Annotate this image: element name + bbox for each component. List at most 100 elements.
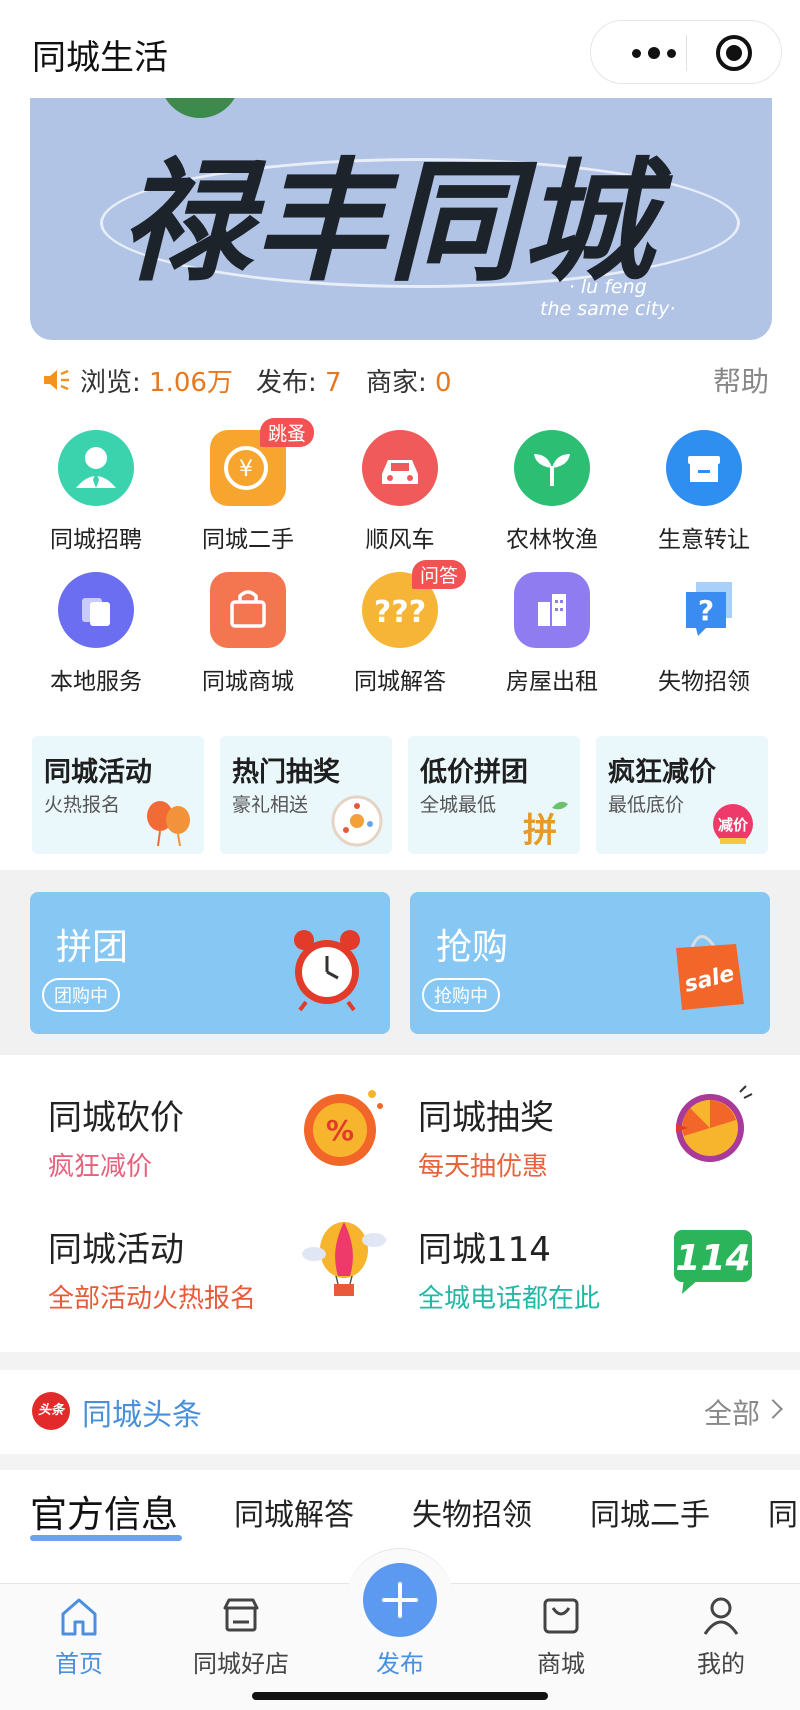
grid-item-mall[interactable]: 同城商城 <box>172 572 324 702</box>
nav-bar: 同城生活 <box>0 0 800 100</box>
close-target-icon[interactable] <box>716 35 752 71</box>
pin-icon: 拼 <box>523 801 568 848</box>
promo-title: 热门抽奖 <box>232 757 340 788</box>
grid-item-rideshare[interactable]: 顺风车 <box>324 430 476 560</box>
section-divider <box>0 1454 800 1470</box>
chevron-right-icon <box>763 1399 783 1419</box>
recruit-icon <box>58 430 134 506</box>
promo-activity[interactable]: 同城活动 火热报名 <box>32 736 204 854</box>
svg-text:%: % <box>326 1114 354 1147</box>
grid-item-rental[interactable]: 房屋出租 <box>476 572 628 702</box>
grid-item-local-service[interactable]: 本地服务 <box>20 572 172 702</box>
grid-item-agriculture[interactable]: 农林牧渔 <box>476 430 628 560</box>
grid-item-secondhand[interactable]: ¥ 跳蚤 同城二手 <box>172 418 324 560</box>
function-title: 同城活动 <box>48 1230 184 1270</box>
promo-group-buy[interactable]: 低价拼团 全城最低 拼 <box>408 736 580 854</box>
mini-program-capsule <box>590 20 782 84</box>
nav-label: 商城 <box>537 1650 585 1678</box>
svg-text:114: 114 <box>675 1238 750 1279</box>
promo-subtitle: 最低底价 <box>608 794 685 816</box>
function-114[interactable]: 同城114 全城电话都在此 114 <box>418 1222 788 1342</box>
discount-icon: 减价 <box>713 804 753 844</box>
tab-lost-found[interactable]: 失物招领 <box>412 1490 532 1534</box>
function-subtitle: 全部活动火热报名 <box>48 1284 257 1314</box>
svg-text:???: ??? <box>374 595 426 630</box>
grid-label: 失物招领 <box>658 669 750 695</box>
sprout-icon <box>514 430 590 506</box>
nav-label: 同城好店 <box>193 1650 289 1678</box>
building-icon <box>514 572 590 648</box>
headline-all-link[interactable]: 全部 <box>704 1392 760 1432</box>
lottery-wheel-icon <box>676 1085 753 1162</box>
wheel-icon <box>331 795 383 847</box>
promo-title: 同城活动 <box>44 757 152 788</box>
tab-official[interactable]: 官方信息 <box>30 1484 178 1538</box>
tab-secondhand[interactable]: 同城二手 <box>590 1490 710 1534</box>
merchants-value: 0 <box>435 368 452 398</box>
promo-title: 低价拼团 <box>420 757 528 788</box>
alarm-clock-icon <box>294 930 360 1012</box>
grid-item-recruit[interactable]: 同城招聘 <box>20 430 172 560</box>
svg-text:减价: 减价 <box>718 816 749 834</box>
percent-icon: % <box>304 1090 383 1166</box>
section-divider <box>0 1352 800 1370</box>
service-icon <box>58 572 134 648</box>
views-stat: 浏览: 1.06万 <box>80 362 233 399</box>
promo-discount[interactable]: 疯狂减价 最低底价 减价 <box>596 736 768 854</box>
views-value: 1.06万 <box>149 368 233 398</box>
banner-english-line1: · lu feng <box>568 276 647 298</box>
grid-item-qa[interactable]: ??? 问答 同城解答 <box>324 560 476 702</box>
grid-label: 同城商城 <box>202 669 294 695</box>
promo-subtitle: 豪礼相送 <box>232 794 309 816</box>
home-indicator <box>252 1692 548 1700</box>
function-bargain[interactable]: 同城砍价 疯狂减价 % <box>48 1090 418 1210</box>
leaf-decoration <box>160 98 240 118</box>
stats-bar: 浏览: 1.06万 发布: 7 商家: 0 帮助 <box>40 360 775 400</box>
shopping-bag-icon <box>543 1598 579 1634</box>
phone-114-icon: 114 <box>674 1230 752 1294</box>
nav-mine[interactable]: 我的 <box>646 1590 796 1680</box>
card-title: 拼团 <box>56 927 129 968</box>
merchants-label: 商家: <box>366 368 427 398</box>
speaker-icon <box>44 369 69 391</box>
nav-mall[interactable]: 商城 <box>486 1590 636 1680</box>
home-icon <box>61 1598 97 1636</box>
nav-home[interactable]: 首页 <box>4 1590 154 1680</box>
function-activity[interactable]: 同城活动 全部活动火热报名 <box>48 1222 418 1342</box>
banner-english: · lu feng the same city· <box>540 276 675 320</box>
nav-good-stores[interactable]: 同城好店 <box>166 1590 316 1680</box>
car-icon <box>362 430 438 506</box>
badge-flea: 跳蚤 <box>260 418 315 447</box>
nav-publish[interactable]: 发布 <box>325 1590 475 1680</box>
capsule-divider <box>686 35 687 71</box>
banner-english-line2: the same city· <box>540 298 676 320</box>
card-pill: 抢购中 <box>422 978 500 1012</box>
page-title: 同城生活 <box>32 38 168 78</box>
headline-bar[interactable]: 头条 同城头条 全部 <box>0 1370 800 1454</box>
posts-value: 7 <box>325 368 342 398</box>
more-icon[interactable] <box>619 33 689 73</box>
tab-qa[interactable]: 同城解答 <box>234 1490 354 1534</box>
group-buy-card[interactable]: 拼团 团购中 <box>30 892 390 1034</box>
user-icon <box>703 1597 739 1635</box>
svg-text:¥: ¥ <box>239 457 253 482</box>
sale-bag-icon: sale <box>676 935 744 1010</box>
headline-title: 同城头条 <box>82 1398 202 1433</box>
grid-item-business-transfer[interactable]: 生意转让 <box>628 430 780 560</box>
flash-sale-card[interactable]: 抢购 抢购中 sale <box>410 892 770 1034</box>
grid-label: 同城解答 <box>354 669 446 695</box>
card-title: 抢购 <box>436 927 509 968</box>
function-title: 同城抽奖 <box>418 1098 554 1138</box>
banner[interactable]: 禄丰同城 · lu feng the same city· <box>30 98 772 340</box>
help-link[interactable]: 帮助 <box>713 360 769 400</box>
bag-icon <box>210 572 286 648</box>
promo-lottery[interactable]: 热门抽奖 豪礼相送 <box>220 736 392 854</box>
shop-icon <box>666 430 742 506</box>
function-title: 同城砍价 <box>48 1098 184 1138</box>
grid-item-lost-found[interactable]: ? 失物招领 <box>628 572 780 702</box>
function-lottery[interactable]: 同城抽奖 每天抽优惠 <box>418 1085 788 1210</box>
tab-more[interactable]: 同 <box>768 1490 798 1534</box>
nav-label: 首页 <box>55 1650 103 1678</box>
views-label: 浏览: <box>80 368 141 398</box>
function-subtitle: 全城电话都在此 <box>418 1284 601 1314</box>
